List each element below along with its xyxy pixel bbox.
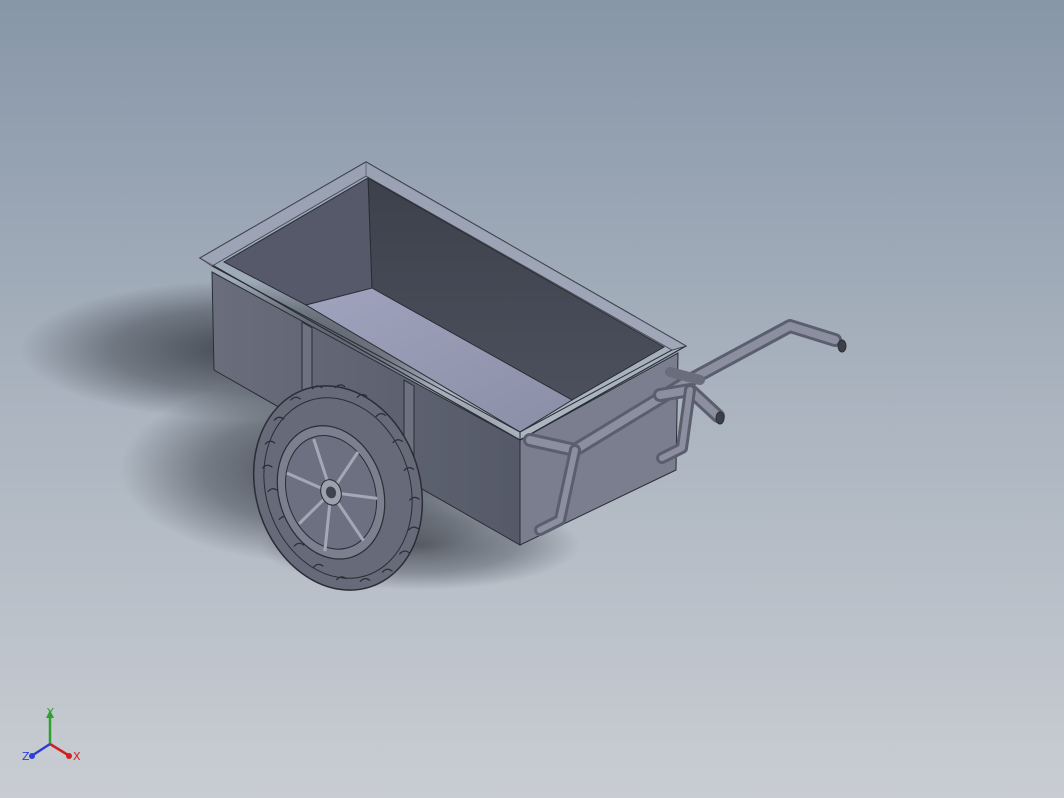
triad-x-label: X [73, 750, 81, 763]
reference-triad: Y X Z [22, 706, 81, 763]
triad-y-label: Y [46, 706, 54, 719]
graphics-viewport[interactable]: Y X Z [0, 0, 1064, 798]
triad-z-label: Z [22, 750, 30, 763]
